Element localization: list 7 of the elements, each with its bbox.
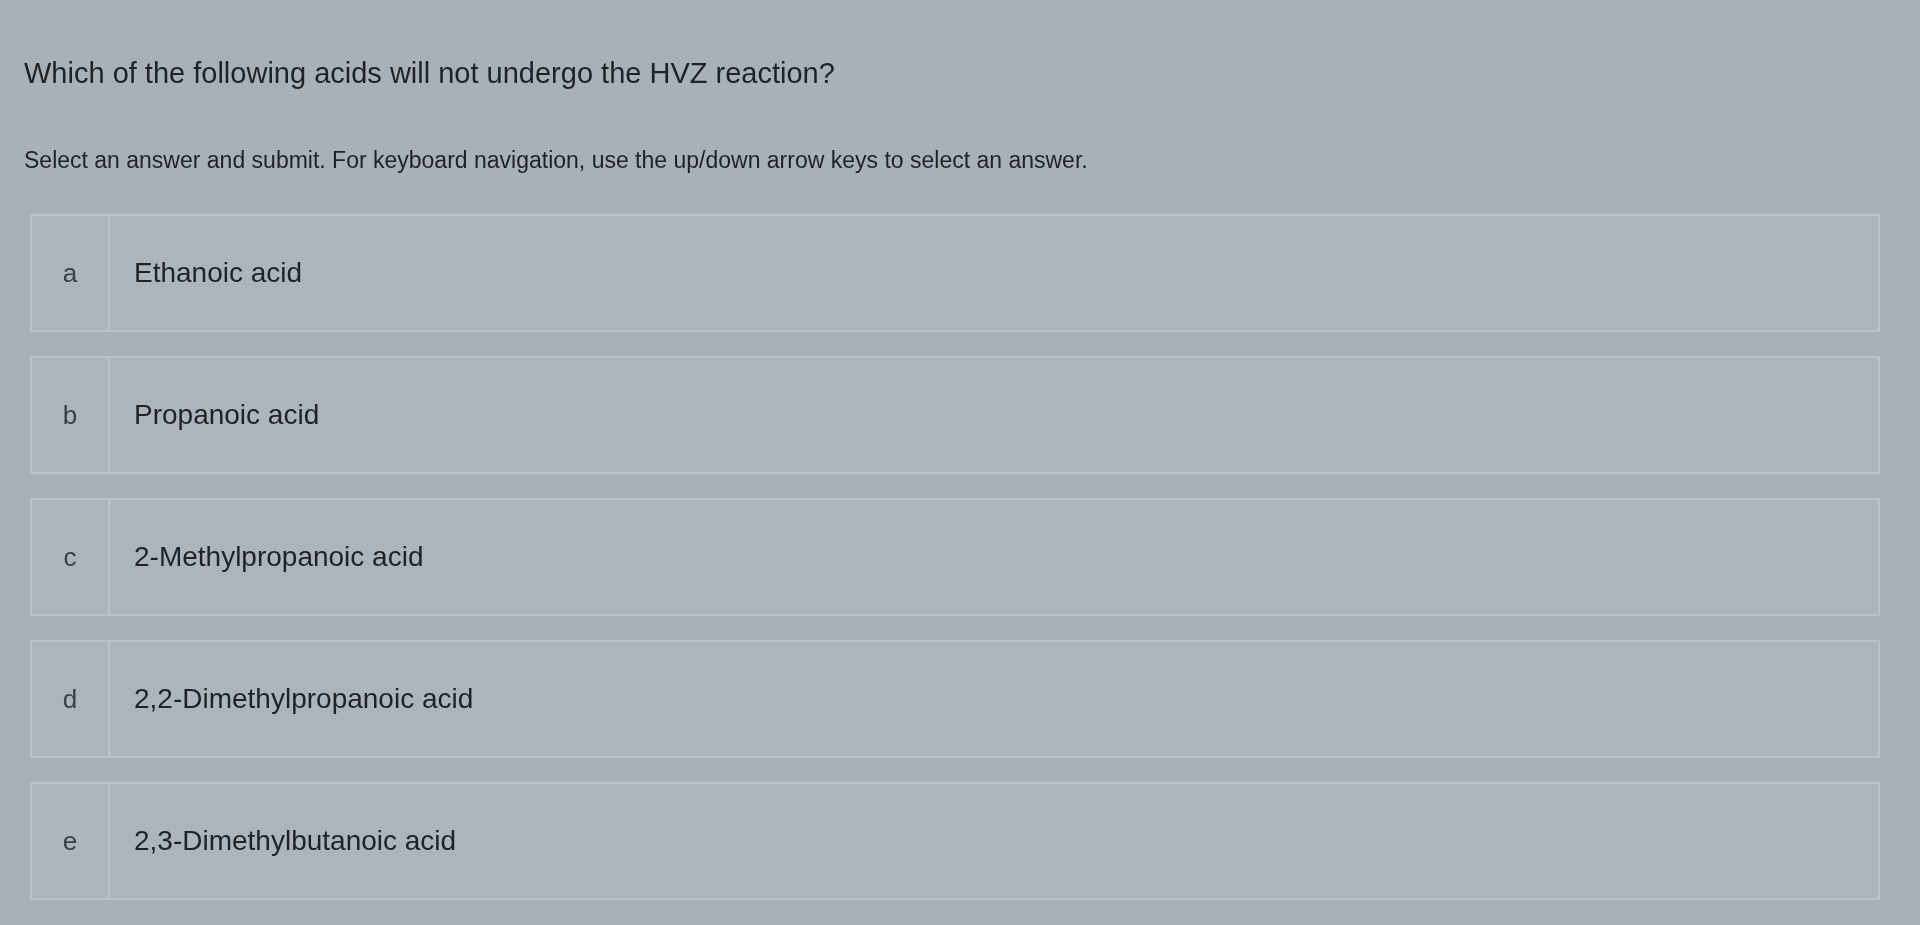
answer-option[interactable]: c 2-Methylpropanoic acid [30,498,1880,616]
instructions-text: Select an answer and submit. For keyboard navigation, use the up/down arrow keys to select an answer. [24,146,1088,175]
answer-option[interactable]: d 2,2-Dimethylpropanoic acid [30,640,1880,758]
answer-option[interactable]: b Propanoic acid [30,356,1880,474]
question-text: Which of the following acids will not undergo the HVZ reaction? [24,56,835,91]
answer-option[interactable]: e 2,3-Dimethylbutanoic acid [30,782,1880,900]
answer-option[interactable]: a Ethanoic acid [30,214,1880,332]
